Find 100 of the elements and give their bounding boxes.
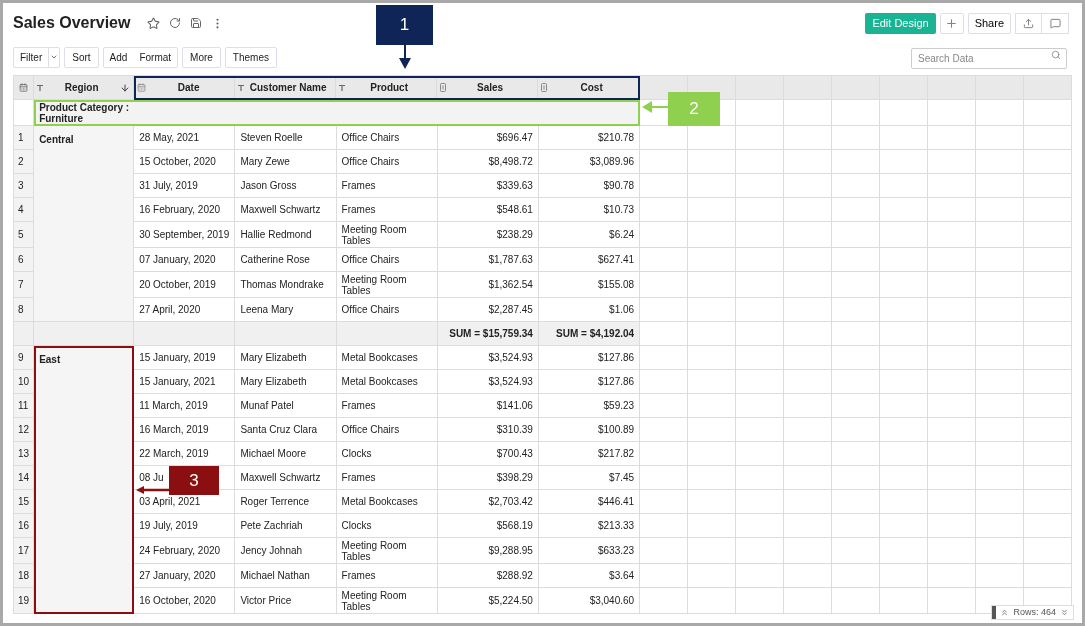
row-number: 2: [18, 156, 24, 167]
column-header[interactable]: Customer Name: [249, 80, 327, 95]
cost-cell: $127.86: [597, 352, 635, 363]
customer-cell: Mary Elizabeth: [240, 352, 307, 363]
date-cell: 11 March, 2019: [139, 400, 208, 411]
share-button[interactable]: Share: [967, 12, 1011, 34]
customer-cell: Catherine Rose: [240, 254, 310, 265]
customer-cell: Michael Moore: [240, 448, 306, 459]
customer-cell: Maxwell Schwartz: [240, 472, 321, 483]
sales-cell: $548.61: [496, 204, 533, 215]
row-number: 17: [18, 545, 30, 556]
star-icon[interactable]: [147, 16, 161, 30]
sort-arrow-icon[interactable]: [120, 82, 131, 93]
date-cell: 19 July, 2019: [139, 520, 198, 531]
column-header[interactable]: Region: [64, 80, 99, 95]
product-cell: Office Chairs: [341, 254, 400, 265]
page-title: Sales Overview: [13, 13, 131, 33]
scroll-top-icon[interactable]: [1000, 608, 1010, 617]
date-cell: 15 October, 2020: [139, 156, 216, 167]
category-value: Furniture: [39, 112, 83, 124]
row-number: 19: [18, 595, 30, 606]
row-number: 4: [18, 204, 24, 215]
format-button[interactable]: Format: [133, 47, 178, 67]
callout-arrow: [399, 45, 411, 69]
callout-box: 1: [376, 5, 433, 45]
scroll-bottom-icon[interactable]: [1060, 608, 1069, 617]
plus-icon: [945, 16, 959, 30]
cost-cell: $155.08: [597, 279, 635, 290]
cost-cell: $7.45: [609, 472, 635, 483]
sales-cell: $568.19: [496, 520, 533, 531]
sales-cell: $339.63: [496, 180, 533, 191]
product-cell: Clocks: [341, 448, 372, 459]
more-button[interactable]: More: [182, 46, 221, 68]
row-number: 15: [18, 496, 30, 507]
text-type-icon: [339, 84, 346, 91]
column-header[interactable]: Date: [177, 80, 200, 95]
date-cell: 20 October, 2019: [139, 279, 216, 290]
calendar-icon: [137, 83, 147, 92]
sales-cell: $288.92: [496, 570, 533, 581]
sales-cell: $2,703.42: [488, 496, 533, 507]
sales-cell: $9,288.95: [488, 545, 533, 556]
cost-cell: $10.73: [603, 204, 635, 215]
category-label: Product Category :: [39, 101, 131, 113]
row-number: 14: [18, 472, 30, 483]
row-number: 9: [18, 352, 24, 363]
customer-cell: Santa Cruz Clara: [240, 424, 318, 435]
date-cell: 15 January, 2021: [139, 376, 216, 387]
customer-cell: Mary Elizabeth: [240, 376, 307, 387]
product-cell: Meeting Room Tables: [341, 539, 407, 562]
sales-cell: $238.29: [496, 229, 533, 240]
table-settings-icon[interactable]: [19, 83, 29, 92]
product-cell: Metal Bookcases: [341, 352, 418, 363]
search-field[interactable]: Search Data: [911, 48, 1067, 69]
customer-cell: Jency Johnah: [240, 545, 303, 556]
add-button[interactable]: [939, 12, 964, 34]
date-cell: 15 January, 2019: [139, 352, 216, 363]
sales-cell: $8,498.72: [488, 156, 533, 167]
date-cell: 28 May, 2021: [139, 132, 199, 143]
row-number: 18: [18, 570, 30, 581]
cost-cell: $59.23: [603, 400, 635, 411]
sales-cell: $3,524.93: [488, 352, 533, 363]
cost-sum: SUM = $4,192.04: [556, 328, 635, 339]
sales-cell: $141.06: [496, 400, 533, 411]
cost-cell: $210.78: [597, 132, 635, 143]
number-type-icon: [440, 83, 447, 92]
text-type-icon: [37, 84, 44, 91]
column-header[interactable]: Cost: [580, 80, 603, 95]
product-cell: Meeting Room Tables: [341, 589, 407, 612]
row-number: 6: [18, 254, 24, 265]
comment-button[interactable]: [1042, 12, 1069, 34]
product-cell: Office Chairs: [341, 304, 400, 315]
product-cell: Frames: [341, 180, 376, 191]
column-header[interactable]: Sales: [477, 80, 504, 95]
date-cell: 07 January, 2020: [139, 254, 216, 265]
date-cell: 16 February, 2020: [139, 204, 221, 215]
export-button[interactable]: [1015, 12, 1042, 34]
sales-cell: $5,224.50: [488, 595, 533, 606]
row-number: 10: [18, 376, 30, 387]
sort-button[interactable]: Sort: [64, 46, 99, 68]
product-cell: Frames: [341, 400, 376, 411]
refresh-icon[interactable]: [169, 17, 182, 29]
cost-cell: $213.33: [597, 520, 635, 531]
sales-cell: $1,787.63: [488, 254, 533, 265]
row-number: 7: [18, 279, 24, 290]
comment-icon: [1049, 17, 1061, 29]
product-cell: Metal Bookcases: [341, 376, 418, 387]
product-cell: Meeting Room Tables: [341, 223, 407, 246]
customer-cell: Thomas Mondrake: [240, 279, 324, 290]
cost-cell: $446.41: [597, 496, 635, 507]
cost-cell: $3,040.60: [589, 595, 635, 606]
search-icon[interactable]: [1051, 50, 1061, 60]
row-number: 13: [18, 448, 30, 459]
add-menu-button[interactable]: Add: [103, 47, 134, 67]
themes-button[interactable]: Themes: [224, 46, 277, 68]
save-icon[interactable]: [190, 17, 203, 29]
number-type-icon: [541, 83, 548, 92]
customer-cell: Pete Zachriah: [240, 520, 303, 531]
sales-cell: $3,524.93: [488, 376, 533, 387]
callout-arrow: [136, 486, 169, 494]
column-header[interactable]: Product: [370, 80, 408, 95]
